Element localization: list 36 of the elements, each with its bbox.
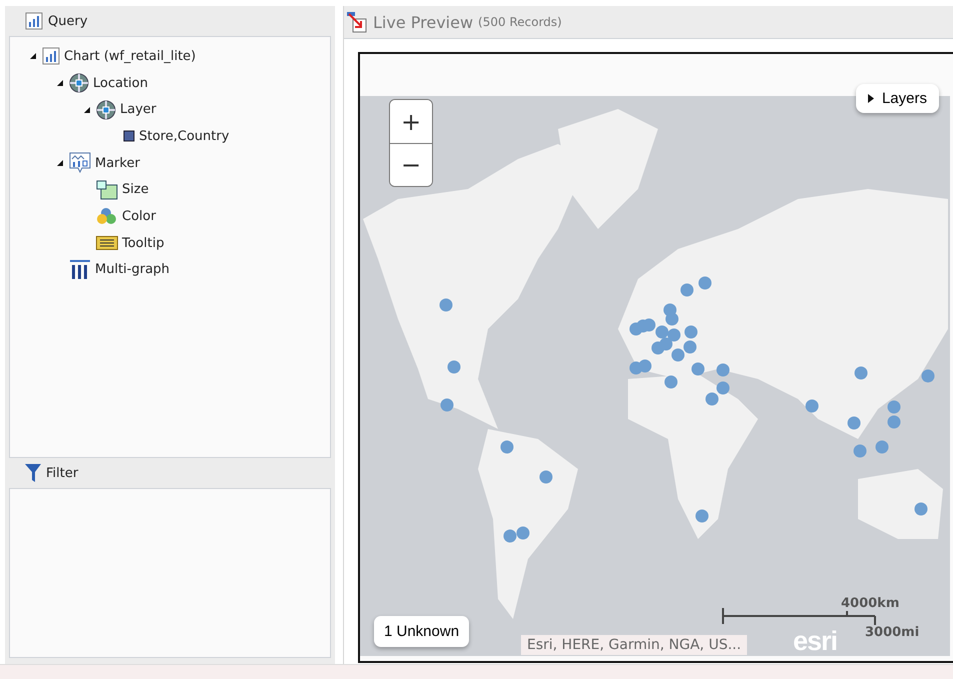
map-attribution: Esri, HERE, Garmin, NGA, US... (521, 635, 748, 655)
scale-label: 3000mi (865, 625, 920, 640)
layers-button[interactable]: Layers (856, 84, 939, 113)
bar-chart-icon (25, 12, 43, 30)
field-icon (123, 130, 135, 142)
multi-bar-icon (69, 260, 91, 280)
tree-item[interactable]: Tooltip (122, 236, 164, 251)
text-label-icon (96, 236, 118, 250)
collapse-arrow-icon[interactable] (56, 159, 64, 168)
collapse-arrow-icon[interactable] (29, 52, 37, 60)
globe-icon (69, 73, 89, 94)
zoom-out-button[interactable]: − (390, 143, 432, 186)
tree-item[interactable]: Multi-graph (95, 262, 170, 278)
record-count: (500 Records) (478, 15, 562, 29)
panel-title: Filter (46, 466, 78, 480)
tree-item[interactable]: Store,Country (139, 128, 230, 144)
collapse-arrow-icon[interactable] (56, 79, 64, 88)
tree-item[interactable]: Location (93, 76, 148, 91)
tree-item[interactable]: Color (122, 208, 156, 224)
globe-icon (96, 100, 116, 120)
collapse-arrow-icon[interactable] (83, 106, 91, 114)
unknown-locations-button[interactable]: 1 Unknown (374, 616, 470, 647)
bar-chart-icon (42, 47, 60, 66)
preview-title: Live Preview (373, 12, 474, 32)
tree-item[interactable]: Marker (95, 156, 140, 171)
funnel-icon (25, 463, 41, 483)
tree-item[interactable]: Chart (wf_retail_lite) (64, 48, 196, 64)
caret-icon (868, 94, 874, 103)
preview-icon (346, 11, 368, 33)
tree-item[interactable]: Size (122, 182, 149, 198)
tree-item[interactable]: Layer (120, 102, 156, 118)
color-balls-icon (96, 207, 118, 226)
scale-label: 4000km (841, 596, 900, 611)
panel-title: Query (48, 14, 88, 28)
marker-icon (69, 152, 91, 174)
resize-icon (96, 180, 118, 200)
